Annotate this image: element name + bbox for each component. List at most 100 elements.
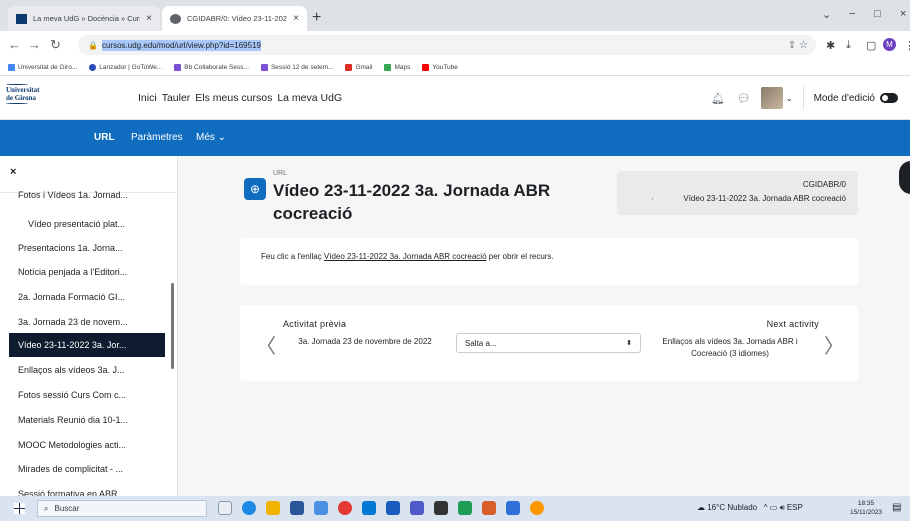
course-index-drawer: × Fotos i Vídeos 1a. Jornad... Vídeo pre…: [0, 156, 178, 496]
new-tab-icon[interactable]: +: [312, 9, 321, 27]
close-tab-icon[interactable]: ×: [293, 13, 299, 24]
notifications-bell-icon[interactable]: 🔔︎: [711, 92, 725, 105]
course-index-item[interactable]: Enllaços als vídeos 3a. J...: [0, 358, 172, 382]
nav-inici[interactable]: Inici: [138, 92, 157, 104]
chevron-right-icon[interactable]: 〉: [824, 330, 844, 359]
file-explorer-icon[interactable]: [266, 501, 280, 515]
app-icon[interactable]: [314, 501, 328, 515]
chrome-icon[interactable]: [338, 501, 352, 515]
minimize-icon[interactable]: −: [849, 8, 855, 20]
course-index-item[interactable]: Fotos i Vídeos 1a. Jornad...: [0, 183, 172, 207]
teams-icon[interactable]: [410, 501, 424, 515]
settings-gear-icon[interactable]: [434, 501, 448, 515]
avatar[interactable]: [760, 87, 783, 109]
menu-kebab-icon[interactable]: ⋮: [904, 39, 910, 52]
udg-logo[interactable]: Universitat de Girona: [6, 84, 39, 105]
clock-time: 18:35: [857, 500, 875, 507]
course-index-item[interactable]: Presentacions 1a. Jorna...: [0, 236, 172, 260]
intro-text: per obrir el recurs.: [486, 252, 554, 261]
back-icon[interactable]: ←: [8, 37, 21, 52]
nav-els-meus-cursos[interactable]: Els meus cursos: [195, 92, 272, 104]
url-field[interactable]: 🔒 cursos.udg.edu/mod/url/view.php?id=169…: [78, 35, 816, 55]
download-icon[interactable]: ⤓: [846, 39, 851, 52]
course-index-item[interactable]: Vídeo presentació plat...: [0, 212, 172, 236]
bookmark[interactable]: Bb Collaborate Sess...: [174, 63, 249, 71]
bookmark[interactable]: Maps: [384, 63, 410, 71]
browser-tab-bar: La meva UdG » Docència » Curs × CGIDABR/…: [0, 0, 910, 31]
nav-tauler[interactable]: Tauler: [162, 92, 191, 104]
tab-title: La meva UdG » Docència » Curs: [33, 14, 141, 23]
notifications-icon[interactable]: ▤: [892, 502, 901, 513]
extensions-icon[interactable]: ✱: [826, 39, 835, 52]
gotowebinar-icon: [89, 63, 97, 71]
app-icon[interactable]: [458, 501, 472, 515]
weather-text: 16°C Nublado: [707, 503, 758, 512]
url-text[interactable]: cursos.udg.edu/mod/url/view.php?id=16951…: [101, 39, 261, 51]
previous-activity-link[interactable]: 3a. Jornada 23 de novembre de 2022: [285, 336, 445, 348]
course-index-item-active[interactable]: Vídeo 23-11-2022 3a. Jor...: [9, 333, 165, 357]
tab-title: CGIDABR/0: Vídeo 23-11-2022 3a: [187, 14, 287, 23]
browser-tab-1[interactable]: La meva UdG » Docència » Curs ×: [8, 6, 160, 31]
course-index-item[interactable]: MOOC Metodologies acti...: [0, 433, 172, 457]
chrome-canary-icon[interactable]: [530, 501, 544, 515]
course-index-item[interactable]: 3a. Jornada 23 de novem...: [0, 310, 172, 334]
clock[interactable]: 18:35 15/11/2023: [850, 499, 882, 517]
bookmarks-bar: Universitat de Giro... Lanzador | GoToWe…: [0, 59, 910, 76]
activity-navigation: 〈 Activitat prèvia 3a. Jornada 23 de nov…: [240, 305, 858, 381]
sidepanel-icon[interactable]: ▢: [866, 39, 876, 52]
course-index-item[interactable]: Notícia penjada a l'Editori...: [0, 260, 172, 284]
course-index-item[interactable]: 2a. Jornada Formació GI...: [0, 285, 172, 309]
edit-mode-toggle[interactable]: [880, 93, 898, 103]
tab-search-icon[interactable]: ⌄: [822, 8, 831, 21]
close-tab-icon[interactable]: ×: [146, 13, 152, 24]
breadcrumb-course[interactable]: CGIDABR/0: [803, 180, 846, 189]
app-icon[interactable]: [506, 501, 520, 515]
course-index-item[interactable]: Sessió formativa en ABR...: [0, 482, 172, 496]
browser-tab-2[interactable]: CGIDABR/0: Vídeo 23-11-2022 3a ×: [162, 6, 307, 31]
globe-favicon-icon: [170, 13, 181, 24]
course-index-item[interactable]: Fotos sessió Curs Com c...: [0, 383, 172, 407]
reload-icon[interactable]: ↻: [50, 37, 61, 53]
bookmark[interactable]: Lanzador | GoToWe...: [89, 63, 162, 71]
calculator-icon[interactable]: [290, 501, 304, 515]
paint-icon[interactable]: [482, 501, 496, 515]
chevron-down-icon[interactable]: ⌄: [786, 94, 793, 103]
task-view-icon[interactable]: [218, 501, 232, 515]
udg-favicon-icon: [16, 13, 27, 24]
tab-url[interactable]: URL: [94, 132, 115, 143]
nav-la-meva-udg[interactable]: La meva UdG: [277, 92, 342, 104]
course-index-item[interactable]: Mirades de complicitat - ...: [0, 457, 172, 481]
outlook-icon[interactable]: [362, 501, 376, 515]
maximize-icon[interactable]: □: [874, 8, 881, 20]
jump-to-select[interactable]: Salta a... ⬍: [456, 333, 641, 353]
right-drawer-toggle[interactable]: [899, 161, 910, 194]
tab-mes[interactable]: Més ⌄: [196, 132, 226, 143]
bookmark[interactable]: YouTube: [422, 63, 458, 71]
breadcrumb-activity[interactable]: Vídeo 23-11-2022 3a. Jornada ABR cocreac…: [683, 194, 846, 203]
windows-start-icon[interactable]: [14, 503, 25, 514]
word-icon[interactable]: [386, 501, 400, 515]
language-indicator: ESP: [786, 503, 803, 512]
chevron-left-icon[interactable]: 〈: [256, 330, 276, 359]
drawer-scrollbar[interactable]: [171, 283, 174, 369]
window-close-icon[interactable]: ×: [900, 8, 906, 20]
system-tray[interactable]: ☁ 16°C Nublado ^ ▭ 🔊︎ ESP: [697, 503, 803, 513]
profile-avatar-icon[interactable]: M: [883, 38, 896, 51]
course-index-item[interactable]: Materials Reunió dia 10-1...: [0, 408, 172, 432]
next-activity-link[interactable]: Enllaços als vídeos 3a. Jornada ABR i Co…: [650, 336, 810, 360]
edge-icon[interactable]: [242, 501, 256, 515]
bookmark[interactable]: Universitat de Giro...: [8, 63, 77, 71]
primary-navigation: Universitat de Girona Inici Tauler Els m…: [0, 76, 910, 120]
forward-icon[interactable]: →: [28, 37, 41, 52]
tab-parametres[interactable]: Paràmetres: [131, 132, 183, 143]
bookmark[interactable]: Gmail: [345, 63, 372, 71]
primary-nav-links: Inici Tauler Els meus cursos La meva UdG: [138, 92, 342, 104]
bookmark[interactable]: Sessió 12 de setem...: [260, 63, 333, 71]
share-star-icons[interactable]: ⇪ ☆: [788, 40, 808, 51]
collaborate-icon: [174, 63, 182, 71]
messages-chat-icon[interactable]: 💬︎: [737, 92, 751, 105]
resource-link[interactable]: Vídeo 23-11-2022 3a. Jornada ABR cocreac…: [324, 252, 487, 261]
taskbar-search[interactable]: ⌕ Buscar: [37, 500, 207, 517]
close-drawer-icon[interactable]: ×: [10, 166, 16, 178]
next-activity-label: Next activity: [766, 319, 819, 329]
